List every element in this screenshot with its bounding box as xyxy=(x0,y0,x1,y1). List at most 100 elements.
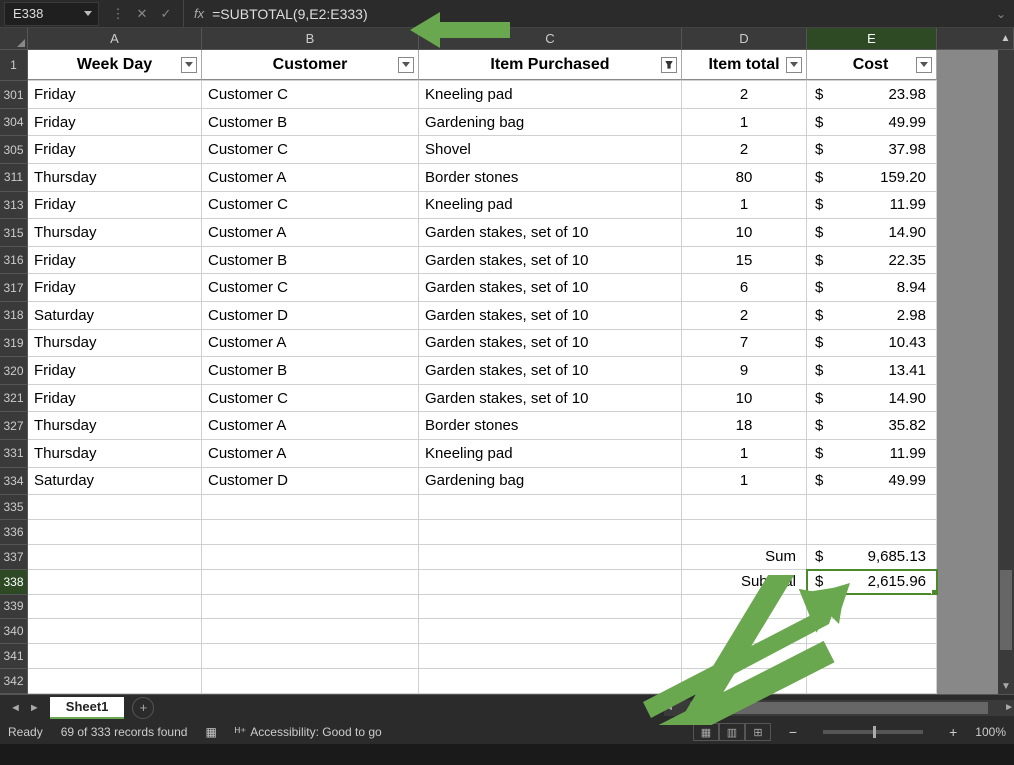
row-header[interactable]: 311 xyxy=(0,164,28,192)
cell[interactable]: Shovel xyxy=(419,136,682,163)
scroll-down-icon[interactable]: ▼ xyxy=(998,678,1014,694)
scroll-up-icon[interactable]: ▲ xyxy=(998,28,1014,49)
name-box[interactable]: E338 xyxy=(4,2,99,26)
cell[interactable]: Border stones xyxy=(419,412,682,439)
cell[interactable]: Customer A xyxy=(202,164,419,191)
cell[interactable]: 2 xyxy=(682,136,807,163)
cell[interactable]: Thursday xyxy=(28,330,202,357)
cell[interactable]: 18 xyxy=(682,412,807,439)
cell[interactable] xyxy=(202,619,419,643)
cell[interactable]: Kneeling pad xyxy=(419,192,682,219)
row-header[interactable]: 319 xyxy=(0,330,28,358)
row-header[interactable]: 334 xyxy=(0,468,28,496)
cell[interactable] xyxy=(419,520,682,544)
cell[interactable] xyxy=(202,495,419,519)
cell[interactable]: Customer D xyxy=(202,468,419,495)
cell[interactable]: Garden stakes, set of 10 xyxy=(419,357,682,384)
cell[interactable] xyxy=(419,669,682,693)
row-header[interactable]: 335 xyxy=(0,495,28,520)
cell[interactable]: Thursday xyxy=(28,219,202,246)
cell[interactable] xyxy=(807,595,937,619)
cell[interactable]: Friday xyxy=(28,109,202,136)
row-header[interactable]: 301 xyxy=(0,81,28,109)
zoom-slider[interactable] xyxy=(823,730,923,734)
drag-handle-icon[interactable]: ⋮ xyxy=(643,700,656,716)
hscroll-thumb[interactable] xyxy=(690,702,988,714)
cell[interactable]: Friday xyxy=(28,247,202,274)
view-page-break-button[interactable]: ⊞ xyxy=(745,723,771,741)
column-header-cost[interactable]: Cost xyxy=(807,50,937,80)
cell[interactable]: 9 xyxy=(682,357,807,384)
expand-formula-icon[interactable]: ⌄ xyxy=(988,7,1014,21)
cell[interactable] xyxy=(28,570,202,594)
cell[interactable]: 2 xyxy=(682,81,807,108)
cell-cost[interactable]: $35.82 xyxy=(807,412,937,439)
cell-cost[interactable]: $49.99 xyxy=(807,109,937,136)
row-header[interactable]: 317 xyxy=(0,274,28,302)
cell[interactable] xyxy=(28,495,202,519)
cell[interactable]: Kneeling pad xyxy=(419,81,682,108)
cell[interactable] xyxy=(419,570,682,594)
col-header-d[interactable]: D xyxy=(682,28,807,49)
formula-input[interactable]: =SUBTOTAL(9,E2:E333) xyxy=(204,6,988,22)
cell[interactable] xyxy=(682,595,807,619)
cell[interactable] xyxy=(28,669,202,693)
cell[interactable]: Garden stakes, set of 10 xyxy=(419,302,682,329)
cell-cost[interactable]: $8.94 xyxy=(807,274,937,301)
cell[interactable]: Kneeling pad xyxy=(419,440,682,467)
col-header-a[interactable]: A xyxy=(28,28,202,49)
cell[interactable] xyxy=(28,619,202,643)
row-header[interactable]: 337 xyxy=(0,545,28,570)
cell[interactable] xyxy=(682,644,807,668)
view-normal-button[interactable]: ▦ xyxy=(693,723,719,741)
cell[interactable]: 10 xyxy=(682,385,807,412)
filter-button[interactable] xyxy=(916,57,932,73)
cell[interactable]: Customer B xyxy=(202,247,419,274)
cell[interactable] xyxy=(807,520,937,544)
cell[interactable] xyxy=(807,644,937,668)
vertical-scrollbar[interactable]: ▼ xyxy=(998,50,1014,694)
cell[interactable]: Customer C xyxy=(202,385,419,412)
tab-nav[interactable]: ◄► xyxy=(0,702,50,714)
row-header[interactable]: 1 xyxy=(0,50,28,81)
cell[interactable]: 6 xyxy=(682,274,807,301)
cell[interactable] xyxy=(202,595,419,619)
cell[interactable] xyxy=(202,570,419,594)
vscroll-track[interactable] xyxy=(998,50,1014,678)
zoom-out-icon[interactable]: − xyxy=(789,724,797,740)
cell[interactable] xyxy=(28,520,202,544)
cell[interactable]: Customer A xyxy=(202,412,419,439)
column-header-week-day[interactable]: Week Day xyxy=(28,50,202,80)
zoom-in-icon[interactable]: + xyxy=(949,724,957,740)
row-header[interactable]: 315 xyxy=(0,219,28,247)
cell[interactable]: 1 xyxy=(682,468,807,495)
cell[interactable] xyxy=(682,495,807,519)
col-header-c[interactable]: C xyxy=(419,28,682,49)
column-header-customer[interactable]: Customer xyxy=(202,50,419,80)
view-page-layout-button[interactable]: ▥ xyxy=(719,723,745,741)
cell[interactable]: Friday xyxy=(28,136,202,163)
filter-button[interactable] xyxy=(786,57,802,73)
cell-cost[interactable]: $11.99 xyxy=(807,192,937,219)
cell-cost[interactable]: $9,685.13 xyxy=(807,545,937,569)
filter-button[interactable] xyxy=(661,57,677,73)
cell[interactable] xyxy=(419,545,682,569)
cell[interactable]: Saturday xyxy=(28,302,202,329)
cell[interactable] xyxy=(419,619,682,643)
cell[interactable]: Customer C xyxy=(202,274,419,301)
cell[interactable]: Customer C xyxy=(202,81,419,108)
cell[interactable] xyxy=(28,545,202,569)
column-header-item-total[interactable]: Item total xyxy=(682,50,807,80)
sheet-tab-sheet1[interactable]: Sheet1 xyxy=(50,697,125,719)
cell[interactable]: 15 xyxy=(682,247,807,274)
cell[interactable]: Customer C xyxy=(202,136,419,163)
cell[interactable] xyxy=(419,595,682,619)
row-header[interactable]: 327 xyxy=(0,412,28,440)
cell[interactable]: Customer D xyxy=(202,302,419,329)
cell[interactable]: 80 xyxy=(682,164,807,191)
cancel-icon[interactable]: ✕ xyxy=(135,6,149,22)
cell-cost[interactable]: $2,615.96 xyxy=(807,570,937,594)
cell[interactable]: Subtotal xyxy=(682,570,807,594)
fx-icon[interactable]: fx xyxy=(194,6,204,21)
row-header[interactable]: 341 xyxy=(0,644,28,669)
